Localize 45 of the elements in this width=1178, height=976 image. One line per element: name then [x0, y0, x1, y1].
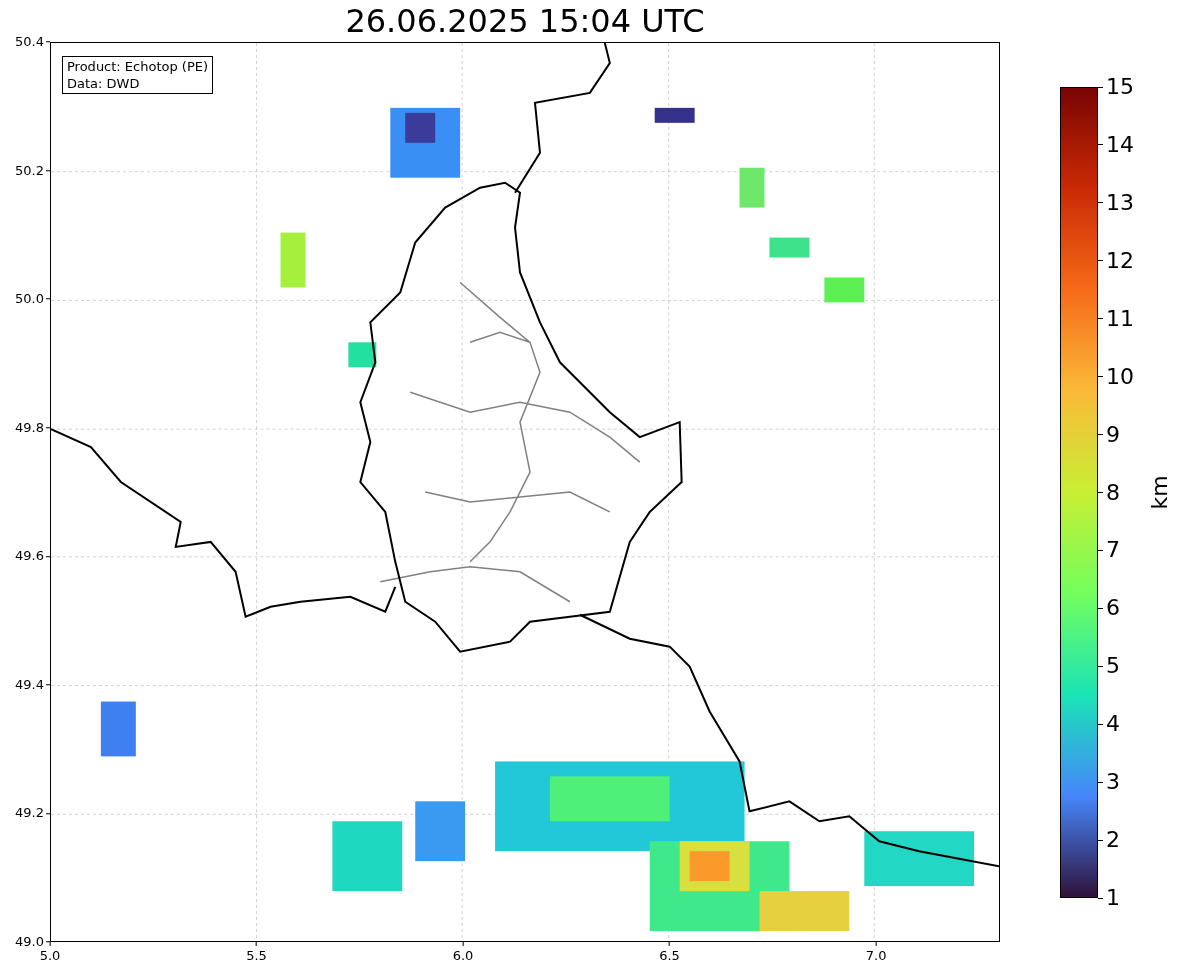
legend-text: Data: DWD — [67, 75, 141, 92]
tick-mark — [1098, 839, 1103, 841]
colorbar-tick-label: 7 — [1106, 539, 1120, 562]
tick-mark — [1098, 434, 1103, 436]
legend-text: Product: Echotop (PE) — [67, 58, 209, 75]
y-tick-label: 49.6 — [15, 547, 44, 566]
colorbar-tick-label: 2 — [1106, 829, 1120, 852]
y-tick-label: 49.4 — [15, 676, 44, 695]
colorbar-tick-label: 8 — [1106, 481, 1120, 504]
colorbar-tick-label: 14 — [1106, 133, 1134, 156]
x-tick-label: 7.0 — [865, 947, 887, 965]
colorbar-tick-label: 1 — [1106, 887, 1120, 909]
tick-mark — [1098, 897, 1103, 899]
colorbar-tick-label: 5 — [1106, 655, 1120, 678]
colorbar-tick-label: 15 — [1106, 76, 1134, 98]
tick-mark — [1098, 144, 1103, 146]
tick-mark — [1098, 260, 1103, 262]
colorbar-tick-label: 12 — [1106, 249, 1134, 272]
x-tick-label: 5.5 — [246, 947, 267, 965]
colorbar-tick-label: 13 — [1106, 191, 1134, 214]
colorbar-tick-label: 3 — [1106, 771, 1120, 794]
colorbar-tick-label: 9 — [1106, 423, 1120, 446]
tick-mark — [1098, 202, 1103, 204]
y-tick-label: 50.0 — [15, 290, 44, 309]
colorbar-tick-label: 6 — [1106, 597, 1120, 620]
y-tick-label: 49.8 — [15, 418, 44, 437]
colorbar-tick-label: 4 — [1106, 713, 1120, 736]
colorbar-label: km — [1145, 475, 1173, 510]
y-tick-label: 50.4 — [15, 33, 44, 52]
chart-title: 26.06.2025 15:04 UTC — [345, 5, 705, 37]
tick-mark — [1098, 376, 1103, 378]
x-tick-label: 6.5 — [659, 947, 680, 965]
tick-mark — [1098, 781, 1103, 783]
y-tick-label: 49.2 — [15, 804, 44, 823]
x-tick-label: 6.0 — [452, 947, 474, 965]
tick-mark — [1098, 665, 1103, 667]
tick-mark — [1098, 549, 1103, 551]
tick-mark — [1098, 318, 1103, 320]
colorbar-tick-label: 11 — [1106, 307, 1134, 330]
tick-mark — [1098, 723, 1103, 725]
colorbar-tick-label: 10 — [1106, 365, 1134, 388]
tick-mark — [1098, 492, 1103, 493]
tick-mark — [1098, 86, 1103, 88]
y-tick-label: 50.2 — [15, 161, 44, 180]
tick-mark — [1098, 607, 1103, 609]
